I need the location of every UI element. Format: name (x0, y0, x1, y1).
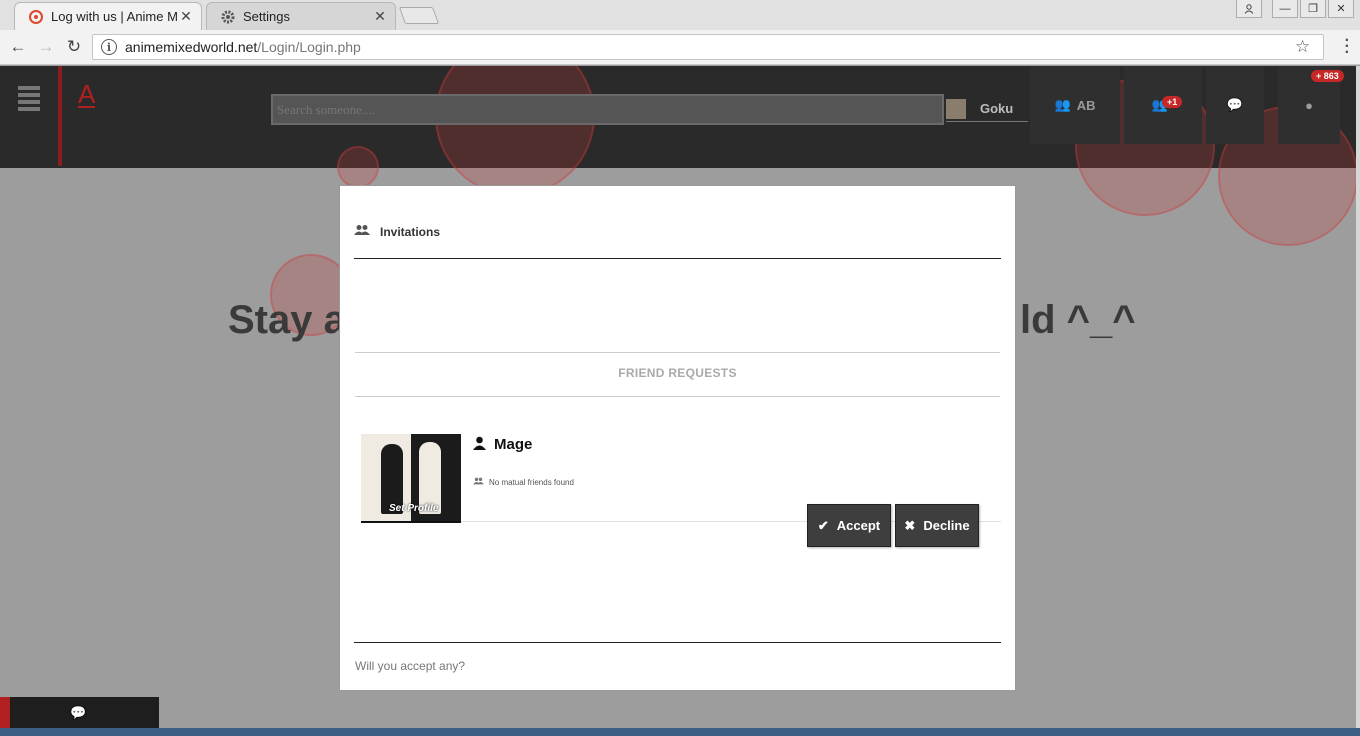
modal-footer-text: Will you accept any? (355, 659, 466, 673)
messages-nav-item[interactable]: 💬 (1206, 66, 1264, 144)
decline-button[interactable]: ✖ Decline (895, 504, 979, 547)
os-taskbar (0, 728, 1360, 736)
window-controls: — ❐ ✕ (1236, 0, 1354, 18)
page-scrollbar[interactable] (1356, 66, 1360, 728)
forward-button[interactable]: → (35, 36, 57, 58)
modal-header: Invitations (354, 224, 440, 239)
group-icon (354, 224, 370, 239)
page-headline-end: ld ^_^ (1020, 298, 1136, 342)
close-window-button[interactable]: ✕ (1328, 0, 1354, 18)
tab-settings[interactable]: Settings ✕ (206, 2, 396, 30)
chat-bar[interactable]: 💬 (0, 697, 159, 728)
group-icon (473, 477, 484, 487)
profile-icon[interactable] (1236, 0, 1262, 18)
reload-button[interactable]: ↻ (63, 36, 85, 58)
back-button[interactable]: ← (7, 36, 29, 58)
decorative-bubble (337, 146, 379, 188)
modal-title: Invitations (380, 224, 441, 239)
friend-request-badge: +1 (1162, 96, 1183, 108)
tab-title: Settings (243, 9, 290, 24)
avatar (946, 98, 966, 119)
friend-requests-nav-item[interactable]: 👥 +1 (1124, 66, 1202, 144)
checkmark-icon: ✔ (817, 517, 829, 533)
user-icon (473, 436, 486, 453)
site-logo[interactable]: A (78, 81, 96, 108)
header-accent-bar (58, 66, 62, 166)
chat-icon: 💬 (70, 705, 87, 720)
bookmark-star-icon[interactable]: ☆ (1295, 37, 1317, 57)
site-favicon-icon (29, 9, 43, 24)
divider (354, 642, 1001, 643)
invitations-modal: Invitations FRIEND REQUESTS Set Profile … (339, 185, 1016, 691)
tab-title: Log with us | Anime Mixe (51, 9, 177, 24)
hamburger-menu-icon[interactable] (18, 86, 40, 114)
close-tab-icon[interactable]: ✕ (371, 8, 389, 25)
divider (355, 352, 1000, 353)
close-tab-icon[interactable]: ✕ (177, 8, 195, 25)
section-title: FRIEND REQUESTS (618, 366, 737, 380)
minimize-button[interactable]: — (1272, 0, 1298, 18)
restore-button[interactable]: ❐ (1300, 0, 1326, 18)
avatar-label: Set Profile (389, 503, 439, 514)
browser-toolbar: ← → ↻ i animemixedworld.net/Login/Login.… (0, 30, 1360, 65)
decorative-bubble (435, 66, 595, 196)
group-icon: 👥 (1054, 97, 1071, 112)
accept-button[interactable]: ✔ Accept (807, 504, 891, 547)
global-notification-badge: + 863 (1311, 70, 1344, 82)
requester-name[interactable]: Mage (473, 436, 532, 453)
divider (355, 396, 1000, 397)
user-profile-link[interactable]: Goku (946, 96, 1028, 122)
page-headline: Stay a (228, 298, 346, 342)
group-nav-item[interactable]: 👥 AB (1030, 66, 1120, 144)
url-text: animemixedworld.net/Login/Login.php (125, 39, 361, 55)
requester-avatar[interactable]: Set Profile (361, 434, 461, 523)
close-icon: ✖ (904, 517, 916, 533)
gear-icon (221, 10, 235, 24)
browser-menu-icon[interactable]: · · · (1345, 33, 1350, 61)
tab-login[interactable]: Log with us | Anime Mixe ✕ (14, 2, 202, 30)
search-input[interactable] (271, 94, 944, 125)
new-tab-button[interactable] (398, 7, 440, 24)
address-bar[interactable]: i animemixedworld.net/Login/Login.php ☆ (92, 34, 1324, 60)
globe-icon: ● (1305, 97, 1313, 113)
chat-icon: 💬 (1226, 97, 1244, 112)
divider (354, 258, 1001, 259)
mutual-friends-text: No matual friends found (473, 477, 574, 487)
info-icon[interactable]: i (101, 39, 117, 55)
tab-strip: Log with us | Anime Mixe ✕ Settings ✕ — … (0, 0, 1360, 30)
site-header: A 👥AB 👥 +1 💬 ● + 863 Goku (0, 66, 1356, 246)
